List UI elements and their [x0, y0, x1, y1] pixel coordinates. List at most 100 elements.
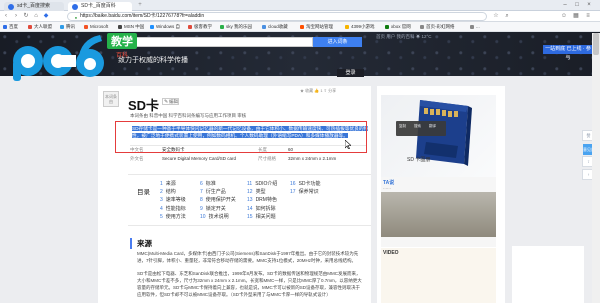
back-icon[interactable]: ‹ [2, 13, 10, 20]
toc-item[interactable]: 14 如何拆除 [247, 205, 276, 212]
bookmark-icon [420, 25, 424, 29]
info-row: 外文名 Secure Digital Memory Card/SD card 尺… [130, 156, 337, 161]
windows-icon [150, 25, 154, 29]
mouse-cursor-icon [345, 140, 351, 149]
new-tab-icon[interactable]: + [135, 1, 145, 9]
bookmark-item[interactable]: cloud收藏 [262, 23, 288, 31]
bookmark-item[interactable]: xbox 官网 [385, 23, 411, 31]
toc-item[interactable]: 7 衍生产品 [200, 188, 226, 195]
toc-item[interactable]: 16 SD卡功能 [290, 180, 321, 187]
scrollbar-thumb[interactable] [593, 33, 599, 55]
toc-item[interactable]: 5 使用方法 [160, 213, 186, 220]
toc-item[interactable]: 17 保养常识 [290, 188, 319, 195]
user-icon[interactable]: ☺ [560, 13, 568, 20]
page-scrollbar[interactable] [592, 33, 600, 303]
refresh-icon[interactable]: ↻ [22, 13, 30, 20]
star-icon[interactable]: ☆ [492, 13, 500, 20]
toc-number: 12 [247, 189, 253, 196]
bookmark-item[interactable]: Windows 自 [150, 23, 180, 31]
review-note: 本词条由 科普中国 科学百科词条编写与应用工作项目 审核 [130, 113, 247, 118]
maximize-icon[interactable]: □ [572, 1, 582, 9]
toc-label: 如何拆除 [255, 205, 276, 212]
bookmark-item[interactable]: 首页-彩虹网络 [420, 23, 455, 31]
toc-item[interactable]: 9 锁定开关 [200, 205, 226, 212]
toc-item[interactable]: 3 速率等级 [160, 196, 186, 203]
browser-tab-bar: sd卡_百度搜索 SD卡_百度百科 + – □ × [0, 0, 600, 11]
toc-label: 保养常识 [298, 189, 319, 196]
bookmark-item[interactable]: 极客教学 [188, 23, 212, 31]
toc-label: 使用方法 [165, 213, 186, 220]
toc-label: 结构 [165, 189, 176, 196]
toc-item[interactable]: 1 来源 [160, 180, 176, 187]
paragraph: SD卡是由松下电器、东芝和SanDisk联合推出，1999年8月发布。SD卡的数… [137, 271, 362, 297]
toc-item[interactable]: 12 类型 [247, 188, 266, 195]
search-input[interactable] [127, 37, 313, 47]
search-button[interactable]: 搜索 [414, 124, 421, 129]
toc-item[interactable]: 6 标准 [200, 180, 216, 187]
lock-icon: ● [74, 15, 78, 20]
bookmark-icon [345, 25, 349, 29]
toc-number: 14 [247, 205, 253, 212]
login-button[interactable]: 登录 [337, 69, 364, 77]
toc-label: 速率等级 [165, 197, 186, 204]
translate-button[interactable]: 翻译 [429, 124, 436, 129]
toc-number: 10 [200, 213, 206, 220]
toc-label: 使用保护开关 [205, 197, 236, 204]
toc-number: 6 [200, 181, 203, 187]
side-note: 本词条由 [103, 91, 119, 107]
bookmark-item[interactable]: 淘宝网站管理 [300, 23, 333, 31]
ad-image[interactable] [381, 192, 496, 237]
extensions-icon[interactable]: ▦ [572, 13, 580, 20]
top-right-links[interactable]: 首页 用户 我的百科 ☀ 12°C [376, 33, 432, 40]
copy-button[interactable]: 复制 [399, 124, 406, 129]
bookmark-icon [3, 25, 7, 29]
menu-icon[interactable]: ≡ [584, 13, 592, 20]
toc-number: 1 [160, 181, 163, 187]
selected-text: SD存储卡是一种基于半导体快闪记忆器的新一代记忆设备，由于它体积小、数据传输速度… [132, 126, 369, 138]
enter-entry-button[interactable]: 进入词条 [313, 37, 362, 47]
tab-sd-search[interactable]: sd卡_百度搜索 [4, 2, 64, 11]
toc-label: DRM特色 [255, 197, 277, 204]
logo-sub: 百科 [116, 51, 128, 59]
toc-item[interactable]: 2 结构 [160, 188, 176, 195]
selection-toolbar: 复制 搜索 翻译 [396, 121, 446, 136]
shield-icon[interactable]: ◆ [42, 13, 50, 20]
edit-button[interactable]: ✎ 编辑 [162, 98, 179, 105]
toc-label: 相关问题 [255, 213, 276, 220]
ad-title: …… [383, 185, 391, 190]
toc-item[interactable]: 11 SDIO介绍 [247, 180, 277, 187]
article-tools[interactable]: ★ 收藏 👍 1 ⇪ 分享 [300, 88, 336, 94]
info-row: 中文名 安全数码卡 长度 60 [130, 147, 294, 152]
close-icon[interactable]: × [584, 1, 594, 9]
pc6-logo: 教学 百科 [13, 33, 137, 81]
ad-panel-2[interactable]: VIDEO [381, 248, 496, 303]
toc-item[interactable]: 8 使用保护开关 [200, 196, 236, 203]
bookmark-more[interactable]: ... [470, 23, 480, 31]
toc-item[interactable]: 4 性能指标 [160, 205, 186, 212]
toc-number: 11 [247, 181, 253, 187]
toc-number: 8 [200, 197, 203, 204]
tab-sd-baike[interactable]: SD卡_百度百科 [68, 2, 132, 11]
forward-icon[interactable]: › [12, 13, 20, 20]
toc-number: 17 [290, 189, 296, 196]
toc-item[interactable]: 13 DRM特色 [247, 196, 277, 203]
ad-tag: VIDEO [383, 250, 399, 256]
url-input[interactable]: https://baike.baidu.com/item/SD卡/1227677… [67, 12, 487, 21]
toc-label: 衍生产品 [205, 189, 226, 196]
toc-number: 3 [160, 197, 163, 204]
toc-number: 13 [247, 197, 253, 204]
home-icon[interactable]: ⌂ [32, 13, 40, 20]
toc-item[interactable]: 15 相关问题 [247, 213, 276, 220]
image-caption[interactable]: SD 卡图册 [407, 156, 430, 163]
toc-label: 标准 [205, 181, 216, 187]
bookmark-item[interactable]: 4399小游戏 [345, 23, 375, 31]
bookmark-icon [220, 25, 224, 29]
hot-list-panel[interactable] [512, 246, 584, 303]
toc-number: 16 [290, 181, 296, 187]
search-engine-icon[interactable]: ⌕ [503, 13, 511, 20]
minimize-icon[interactable]: – [560, 1, 570, 9]
join-button[interactable]: 一站到底 已上线 · 参与 [543, 45, 593, 61]
toc-number: 5 [160, 213, 163, 220]
bookmark-item[interactable]: sky 我的乐园 [220, 23, 252, 31]
toc-item[interactable]: 10 技术说明 [200, 213, 229, 220]
